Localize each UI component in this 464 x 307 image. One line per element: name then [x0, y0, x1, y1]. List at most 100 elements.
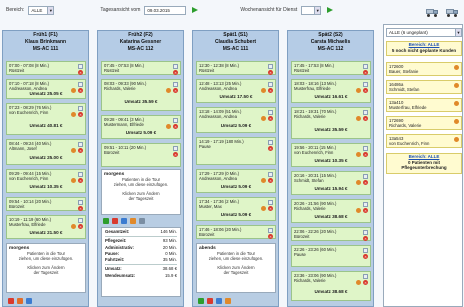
person-icon[interactable] [356, 280, 361, 285]
person-icon[interactable] [356, 180, 361, 185]
person-icon[interactable] [71, 178, 76, 183]
note-icon[interactable] [173, 146, 178, 151]
print-icon[interactable] [26, 298, 32, 304]
remove-icon[interactable]: × [78, 224, 83, 229]
note-icon[interactable] [363, 248, 368, 253]
remove-icon[interactable]: × [78, 206, 83, 211]
remove-icon[interactable]: × [268, 234, 273, 239]
remove-icon[interactable]: × [268, 146, 273, 151]
tour-stop-card[interactable]: 18:03 - 18:16 (13 Min.) Musterfrau, Elfr… [291, 79, 371, 103]
person-icon[interactable] [17, 298, 23, 304]
remove-icon[interactable]: × [78, 178, 83, 183]
tour-stop-card[interactable]: 14:19 - 17:19 (180 Min.) Pause × [196, 137, 276, 165]
drop-zone-morgens[interactable]: morgens Patienten in die Tour ziehen, um… [6, 243, 86, 293]
note-icon[interactable] [78, 106, 83, 111]
tour-stop-card[interactable]: 17:29 - 17:29 (0 Min.) Andreasson, Andre… [196, 169, 276, 193]
remove-icon[interactable]: × [78, 148, 83, 153]
person-icon[interactable] [71, 112, 76, 117]
tour-stop-card[interactable]: 22:06 - 22:26 (20 Min.) Bürozeit × [291, 227, 371, 241]
note-icon[interactable] [78, 82, 83, 87]
print-icon[interactable] [121, 218, 127, 224]
delete-icon[interactable] [8, 298, 14, 304]
bereich-select[interactable]: ALLE ▼ [28, 5, 55, 15]
note-icon[interactable] [78, 218, 83, 223]
tour-stop-card[interactable]: 18:21 - 19:31 (70 Min.) Richards, Valeri… [291, 107, 371, 139]
note-icon[interactable] [363, 202, 368, 207]
note-icon[interactable] [268, 110, 273, 115]
truck-icon[interactable] [446, 8, 458, 17]
tour-stop-card[interactable]: 17:46 - 18:06 (20 Min.) Bürozeit × [196, 225, 276, 239]
note-icon[interactable] [363, 230, 368, 235]
tour-stop-card[interactable]: 20:16 - 20:31 (15 Min.) Schmidt, Stefan … [291, 171, 371, 195]
tour-stop-card[interactable]: 17:34 - 17:36 (2 Min.) Muster, Max Umsat… [196, 197, 276, 221]
remove-icon[interactable]: × [173, 88, 178, 93]
remove-icon[interactable]: × [363, 254, 368, 259]
tour-stop-card[interactable]: 08:44 - 09:24 (40 Min.) Altmann, Josef U… [6, 139, 86, 165]
note-icon[interactable] [363, 274, 368, 279]
remove-icon[interactable]: × [268, 88, 273, 93]
note-icon[interactable] [78, 200, 83, 205]
remove-icon[interactable]: × [363, 180, 368, 185]
person-icon[interactable] [356, 88, 361, 93]
tour-stop-card[interactable]: 22:26 - 23:26 (60 Min.) Pause × [291, 245, 371, 267]
person-icon[interactable] [454, 65, 459, 70]
remove-icon[interactable]: × [268, 116, 273, 121]
go-week-button[interactable] [327, 7, 334, 13]
note-icon[interactable] [268, 140, 273, 145]
note-icon[interactable] [363, 146, 368, 151]
person-icon[interactable] [130, 218, 136, 224]
tour-stop-card[interactable]: 09:51 - 10:11 (20 Min.) Bürozeit × [101, 143, 181, 167]
person-icon[interactable] [356, 152, 361, 157]
person-icon[interactable] [356, 208, 361, 213]
tour-stop-card[interactable]: 07:00 - 07:08 (8 Min.) Rüstzeit × [6, 61, 86, 75]
tour-stop-card[interactable]: 09:54 - 10:14 (20 Min.) Bürozeit × [6, 197, 86, 211]
tour-stop-card[interactable]: 07:10 - 07:18 (8 Min.) Andreasson, Andre… [6, 79, 86, 99]
note-icon[interactable] [363, 64, 368, 69]
tour-stop-card[interactable]: 19:56 - 20:11 (15 Min.) von Euchenrich, … [291, 143, 371, 167]
person-icon[interactable] [261, 88, 266, 93]
tour-stop-card[interactable]: 09:29 - 09:44 (15 Min.) von Euchenrich, … [6, 169, 86, 193]
check-icon[interactable] [198, 298, 204, 304]
unplanned-patient-item[interactable]: 16486a Schmidt, Stefan [386, 80, 462, 94]
person-icon[interactable] [261, 206, 266, 211]
person-icon[interactable] [71, 224, 76, 229]
remove-icon[interactable]: × [268, 70, 273, 75]
person-icon[interactable] [166, 124, 171, 129]
person-icon[interactable] [71, 88, 76, 93]
note-icon[interactable] [78, 172, 83, 177]
note-icon[interactable] [268, 172, 273, 177]
note-icon[interactable] [268, 200, 273, 205]
person-icon[interactable] [454, 83, 459, 88]
date-input[interactable]: 09.03.2015 [144, 5, 187, 15]
tour-stop-card[interactable]: 20:26 - 21:56 (90 Min.) Richards, Valeri… [291, 199, 371, 223]
note-icon[interactable] [363, 82, 368, 87]
remove-icon[interactable]: × [173, 70, 178, 75]
person-icon[interactable] [225, 298, 231, 304]
unplanned-patient-item[interactable]: 13a410 Musterfrau, Elfriede [386, 98, 462, 112]
print-icon[interactable] [216, 298, 222, 304]
remove-icon[interactable]: × [363, 152, 368, 157]
check-icon[interactable] [103, 218, 109, 224]
tour-stop-card[interactable]: 07:45 - 07:53 (8 Min.) Rüstzeit × [101, 61, 181, 75]
tour-stop-card[interactable]: 12:30 - 12:38 (8 Min.) Rüstzeit × [196, 61, 276, 75]
person-icon[interactable] [454, 119, 459, 124]
tour-stop-card[interactable]: 13:18 - 14:09 (51 Min.) Andreasson, Andr… [196, 107, 276, 133]
note-icon[interactable] [78, 142, 83, 147]
delete-icon[interactable] [207, 298, 213, 304]
tour-stop-card[interactable]: 09:28 - 09:41 (3 Min.) Mustermann, Elfri… [101, 115, 181, 139]
remove-icon[interactable]: × [173, 152, 178, 157]
remove-icon[interactable]: × [268, 178, 273, 183]
note-icon[interactable] [363, 110, 368, 115]
tour-stop-card[interactable]: 17:45 - 17:53 (8 Min.) Rüstzeit × [291, 61, 371, 75]
remove-icon[interactable]: × [78, 112, 83, 117]
tour-stop-card[interactable]: 12:48 - 13:13 (25 Min.) Andreasson, Andr… [196, 79, 276, 103]
drop-zone-morgens[interactable]: morgens Patienten in die Tour ziehen, um… [101, 169, 181, 215]
settings-icon[interactable] [139, 218, 145, 224]
unplanned-patient-item[interactable]: 172690 Richards, Valerie [386, 116, 462, 130]
remove-icon[interactable]: × [363, 116, 368, 121]
tour-stop-card[interactable]: 07:23 - 08:29 (76 Min.) von Euchenrich, … [6, 103, 86, 135]
person-icon[interactable] [261, 178, 266, 183]
person-icon[interactable] [454, 137, 459, 142]
person-icon[interactable] [166, 88, 171, 93]
note-icon[interactable] [268, 228, 273, 233]
